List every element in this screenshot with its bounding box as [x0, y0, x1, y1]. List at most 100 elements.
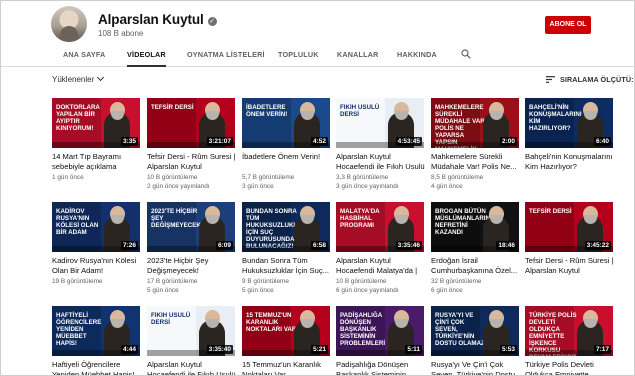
tab-playlists[interactable]: OYNATMA LİSTELERİ: [187, 42, 265, 67]
chevron-down-icon: [97, 73, 105, 82]
video-thumbnail[interactable]: TEFSİR DERSİ 3:45:22: [525, 202, 613, 252]
thumbnail-text: DOKTORLARA YAPILAN BİR AYIPTIR KINIYORUM…: [56, 104, 100, 132]
subscriber-count: 108 B abone: [98, 29, 144, 38]
video-thumbnail[interactable]: 15 TEMMUZ'UN KARANLIK NOKTALARI VAR 5:21: [242, 306, 330, 356]
video-title[interactable]: Tefsir Dersi - Rûm Suresi | Alparslan Ku…: [525, 256, 615, 276]
video-duration: 3:35:46: [395, 241, 422, 250]
video-title[interactable]: Bundan Sonra Tüm Hukuksuzluklar İçin Suç…: [242, 256, 332, 276]
video-duration: 6:58: [310, 241, 328, 250]
video-thumbnail[interactable]: PADİŞAHLIĞA DÖNÜŞEN BAŞKANLIK SİSTEMİNİN…: [336, 306, 424, 356]
video-duration: 5:53: [499, 345, 517, 354]
video-title[interactable]: Haftiyeli Öğrencilere Yeniden Müebbet Ha…: [52, 360, 142, 375]
thumbnail-text: PADİŞAHLIĞA DÖNÜŞEN BAŞKANLIK SİSTEMİNİN…: [340, 312, 386, 347]
thumbnail-text: BUNDAN SONRA TÜM HUKUKSUZLUKLAR İÇİN SUÇ…: [246, 208, 307, 250]
view-count: 3,3 B görüntüleme: [336, 174, 389, 181]
sort-bar: Yüklenenler SIRALAMA ÖLÇÜTÜ:: [1, 69, 634, 91]
sort-icon: [546, 76, 555, 83]
video-thumbnail[interactable]: MALATYA'DA HASBİHAL PROGRAMI 3:35:46: [336, 202, 424, 252]
video-thumbnail[interactable]: 2023'TE HİÇBİR ŞEY DEĞİŞMEYECEK! 6:09: [147, 202, 235, 252]
video-title[interactable]: Bahçeli'nin Konuşmalarını Kim Hazırlıyor…: [525, 152, 615, 172]
view-count: 5,7 B görüntüleme: [242, 174, 295, 181]
video-duration: 3:21:07: [206, 137, 233, 146]
video-thumbnail[interactable]: FIKIH USULÜ DERSİ 4:53:45: [336, 98, 424, 148]
upload-age: 6 gün önce: [431, 287, 463, 294]
thumbnail-text: FIKIH USULÜ DERSİ: [340, 104, 380, 118]
video-title[interactable]: Kadirov Rusya'nın Kölesi Olan Bir Adam!: [52, 256, 142, 276]
video-title[interactable]: Alparslan Kuytul Hocaefendi ile Fıkıh Us…: [336, 152, 426, 172]
video-title[interactable]: Alparslan Kuytul Hocaefendi Malatya'da |…: [336, 256, 426, 276]
thumbnail-text: FIKIH USULÜ DERSİ: [151, 312, 191, 326]
channel-avatar[interactable]: [51, 6, 87, 42]
video-thumbnail[interactable]: KADİROV RUSYA'NIN KÖLESİ OLAN BİR ADAM 7:…: [52, 202, 140, 252]
view-count: 10 B görüntüleme: [147, 174, 198, 181]
view-count: 32 B görüntüleme: [431, 278, 482, 285]
channel-name[interactable]: Alparslan Kuytul ✓: [98, 12, 217, 27]
video-duration: 2:00: [499, 137, 517, 146]
tab-about[interactable]: HAKKINDA: [397, 42, 437, 67]
view-count: 17 B görüntüleme: [147, 278, 198, 285]
video-title[interactable]: Erdoğan İsrail Cumhurbaşkanına Özel...: [431, 256, 521, 276]
video-duration: 6:40: [593, 137, 611, 146]
search-icon[interactable]: [461, 49, 471, 59]
video-thumbnail[interactable]: MAHKEMELERE SÜREKLİ MÜDAHALE VAR POLİS N…: [431, 98, 519, 148]
video-duration: 4:44: [120, 345, 138, 354]
video-duration: 5:11: [405, 345, 422, 354]
video-duration: 3:35:40: [206, 345, 233, 354]
video-duration: 5:21: [310, 345, 328, 354]
video-thumbnail[interactable]: TÜRKİYE POLİS DEVLETİ OLDUKÇA EMNİYETTE …: [525, 306, 613, 356]
upload-age: 5 gün önce: [242, 287, 274, 294]
thumbnail-text: BAHÇELİ'NİN KONUŞMALARINI KİM HAZIRLIYOR…: [529, 104, 582, 132]
video-title[interactable]: Mahkemelere Sürekli Müdahale Var! Polis …: [431, 152, 521, 172]
thumbnail-text: MALATYA'DA HASBİHAL PROGRAMI: [340, 208, 380, 229]
video-thumbnail[interactable]: DOKTORLARA YAPILAN BİR AYIPTIR KINIYORUM…: [52, 98, 140, 148]
video-duration: 7:26: [120, 241, 138, 250]
video-title[interactable]: Alparslan Kuytul Hocaefendi ile Fıkıh Us…: [147, 360, 237, 375]
video-title[interactable]: Tefsir Dersi - Rûm Suresi | Alparslan Ku…: [147, 152, 237, 172]
video-title[interactable]: 14 Mart Tıp Bayramı sebebiyle açıklama y…: [52, 152, 142, 172]
video-title[interactable]: İbadetlere Önem Verin!: [242, 152, 332, 162]
video-duration: 6:09: [215, 241, 233, 250]
video-duration: 18:46: [496, 241, 517, 250]
thumbnail-text: BROGAN BÜTÜN MÜSLÜMANLARIN NEFRETİNİ KAZ…: [435, 208, 490, 236]
upload-age: 6 gün önce yayınlandı: [336, 287, 399, 294]
video-title[interactable]: 2023'te Hiçbir Şey Değişmeyecek!: [147, 256, 237, 276]
uploads-filter-dropdown[interactable]: Yüklenenler: [52, 73, 105, 84]
channel-tabs: ANA SAYFA VİDEOLAR OYNATMA LİSTELERİ TOP…: [1, 42, 634, 67]
video-thumbnail[interactable]: İBADETLERE ÖNEM VERİN! 4:52: [242, 98, 330, 148]
video-duration: 4:52: [310, 137, 328, 146]
video-title[interactable]: 15 Temmuz'un Karanlık Noktaları Var: [242, 360, 332, 375]
video-thumbnail[interactable]: RUSYA'YI VE ÇİN'İ ÇOK SEVEN, TÜRKİYE'NİN…: [431, 306, 519, 356]
upload-age: 3 gün önce: [242, 183, 274, 190]
thumbnail-text: İBADETLERE ÖNEM VERİN!: [246, 104, 288, 118]
video-thumbnail[interactable]: BROGAN BÜTÜN MÜSLÜMANLARIN NEFRETİNİ KAZ…: [431, 202, 519, 252]
video-thumbnail[interactable]: BAHÇELİ'NİN KONUŞMALARINI KİM HAZIRLIYOR…: [525, 98, 613, 148]
view-count: 10 B görüntüleme: [336, 278, 387, 285]
video-thumbnail[interactable]: TEFSİR DERSİ 3:21:07: [147, 98, 235, 148]
video-title[interactable]: Padişahlığa Dönüşen Başkanlık Sisteminin…: [336, 360, 426, 375]
video-thumbnail[interactable]: FIKIH USULÜ DERSİ 3:35:40: [147, 306, 235, 356]
tab-channels[interactable]: KANALLAR: [337, 42, 379, 67]
tab-community[interactable]: TOPLULUK: [278, 42, 319, 67]
upload-age: 3 gün önce yayınlandı: [336, 183, 399, 190]
upload-age: 1 gün önce: [52, 174, 84, 181]
sort-by-button[interactable]: SIRALAMA ÖLÇÜTÜ:: [546, 75, 634, 84]
video-title[interactable]: Türkiye Polis Devleti Oldukça Emniyette …: [525, 360, 615, 375]
tab-videos[interactable]: VİDEOLAR: [127, 42, 166, 67]
thumbnail-text: TEFSİR DERSİ: [151, 104, 194, 111]
thumbnail-text: RUSYA'YI VE ÇİN'İ ÇOK SEVEN, TÜRKİYE'NİN…: [435, 312, 487, 347]
thumbnail-text: TEFSİR DERSİ: [529, 208, 572, 215]
thumbnail-text: 15 TEMMUZ'UN KARANLIK NOKTALARI VAR: [246, 312, 297, 333]
thumbnail-text: 2023'TE HİÇBİR ŞEY DEĞİŞMEYECEK!: [151, 208, 203, 229]
youtube-channel-page: Alparslan Kuytul ✓ 108 B abone ABONE OL A…: [0, 0, 635, 376]
tab-home[interactable]: ANA SAYFA: [63, 42, 105, 67]
view-count: 8,5 B görüntüleme: [431, 174, 484, 181]
video-thumbnail[interactable]: BUNDAN SONRA TÜM HUKUKSUZLUKLAR İÇİN SUÇ…: [242, 202, 330, 252]
video-duration: 3:35: [120, 137, 138, 146]
video-title[interactable]: Rusya'yı Ve Çin'i Çok Seven, Türkiye'nin…: [431, 360, 521, 375]
upload-age: 2 gün önce yayınlandı: [147, 183, 210, 190]
subscribe-button[interactable]: ABONE OL: [545, 16, 591, 34]
view-count: 9 B görüntüleme: [242, 278, 289, 285]
thumbnail-text: KADİROV RUSYA'NIN KÖLESİ OLAN BİR ADAM: [56, 208, 99, 236]
upload-age: 5 gün önce: [147, 287, 179, 294]
video-thumbnail[interactable]: HAFTİYELİ ÖĞRENCİLERE YENİDEN MÜEBBET HA…: [52, 306, 140, 356]
